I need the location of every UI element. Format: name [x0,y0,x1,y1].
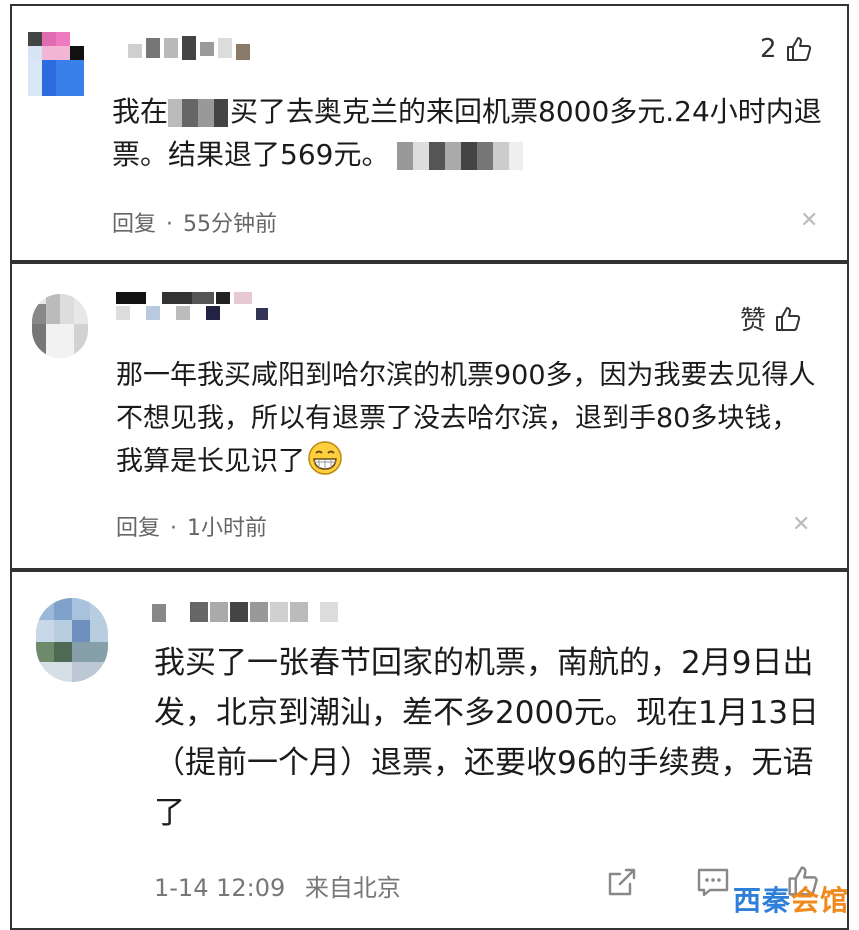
username-blurred[interactable] [116,292,286,322]
timestamp: 1-14 12:09 [154,874,286,902]
comment-card-1: 2 我在 买了去奥克兰的来回机票8000多元.24小时内退票。结果退了569元。 … [10,4,849,262]
comment-meta: 1-14 12:09 来自北京 [154,868,401,903]
like-label: 赞 [740,306,767,336]
avatar[interactable] [28,32,84,96]
comment-meta: 回复 · 55分钟前 [112,212,278,237]
like-count-label: 2 [760,34,777,64]
redacted-text [168,99,230,127]
thumbs-up-icon [776,306,801,331]
comment-text: 我买了一张春节回家的机票，南航的，2月9日出发，北京到潮汕，差不多2000元。现… [154,645,820,831]
timestamp: 1小时前 [187,516,268,541]
username-blurred[interactable] [152,598,362,628]
username-blurred[interactable] [118,36,258,66]
thumbs-up-icon [786,37,811,61]
comment-text: 我在 买了去奥克兰的来回机票8000多元.24小时内退票。结果退了569元。 [112,95,822,171]
avatar[interactable] [36,598,108,682]
avatar[interactable] [32,294,88,358]
grinning-emoji-icon [308,441,342,475]
like-count[interactable]: 2 [760,34,813,64]
reply-link[interactable]: 回复 [112,212,156,237]
comment-text: 那一年我买咸阳到哈尔滨的机票900多，因为我要去见得人不想见我，所以有退票了没去… [116,360,816,477]
timestamp: 55分钟前 [183,212,278,237]
location-label: 来自北京 [304,874,401,902]
like-button[interactable]: 赞 [740,300,802,337]
comment-card-3: 我买了一张春节回家的机票，南航的，2月9日出发，北京到潮汕，差不多2000元。现… [10,570,849,930]
comment-meta: 回复 · 1小时前 [116,516,268,541]
watermark: 西秦会馆 [732,884,849,917]
comment-card-2: 赞 那一年我买咸阳到哈尔滨的机票900多，因为我要去见得人不想见我，所以有退票了… [10,262,849,570]
close-icon[interactable]: ✕ [792,512,810,537]
close-icon[interactable]: ✕ [800,208,818,233]
comment-icon[interactable] [696,866,730,898]
reply-link[interactable]: 回复 [116,516,160,541]
share-icon[interactable] [606,866,638,898]
redacted-text [397,142,525,170]
